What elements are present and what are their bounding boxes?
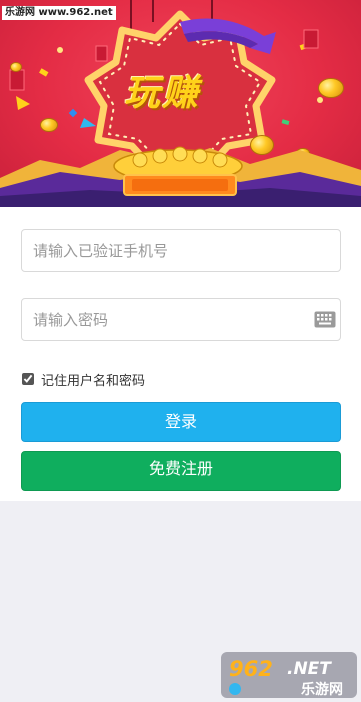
password-input[interactable] — [22, 299, 340, 340]
keyboard-icon[interactable] — [314, 311, 336, 328]
remember-label: 记住用户名和密码 — [41, 373, 146, 389]
phone-input[interactable] — [22, 230, 340, 271]
remember-checkbox[interactable] — [22, 373, 34, 385]
phone-field[interactable] — [21, 229, 341, 272]
remember-credentials[interactable]: 记住用户名和密码 — [21, 371, 146, 389]
svg-text:962: 962 — [229, 657, 273, 681]
register-button[interactable]: 免费注册 — [21, 451, 341, 491]
password-field[interactable] — [21, 298, 341, 341]
svg-text:乐游网: 乐游网 — [301, 681, 343, 698]
svg-text:.NET: .NET — [287, 659, 332, 679]
login-button[interactable]: 登录 — [21, 402, 341, 442]
login-form: 记住用户名和密码 登录 免费注册 — [0, 207, 361, 501]
site-watermark-logo: 962 .NET 乐游网 — [221, 652, 357, 698]
promo-banner: 玩赚 乐游网 www.962.net — [0, 0, 361, 207]
site-badge: 乐游网 www.962.net — [2, 6, 116, 20]
banner-ground-decoration — [0, 146, 361, 207]
